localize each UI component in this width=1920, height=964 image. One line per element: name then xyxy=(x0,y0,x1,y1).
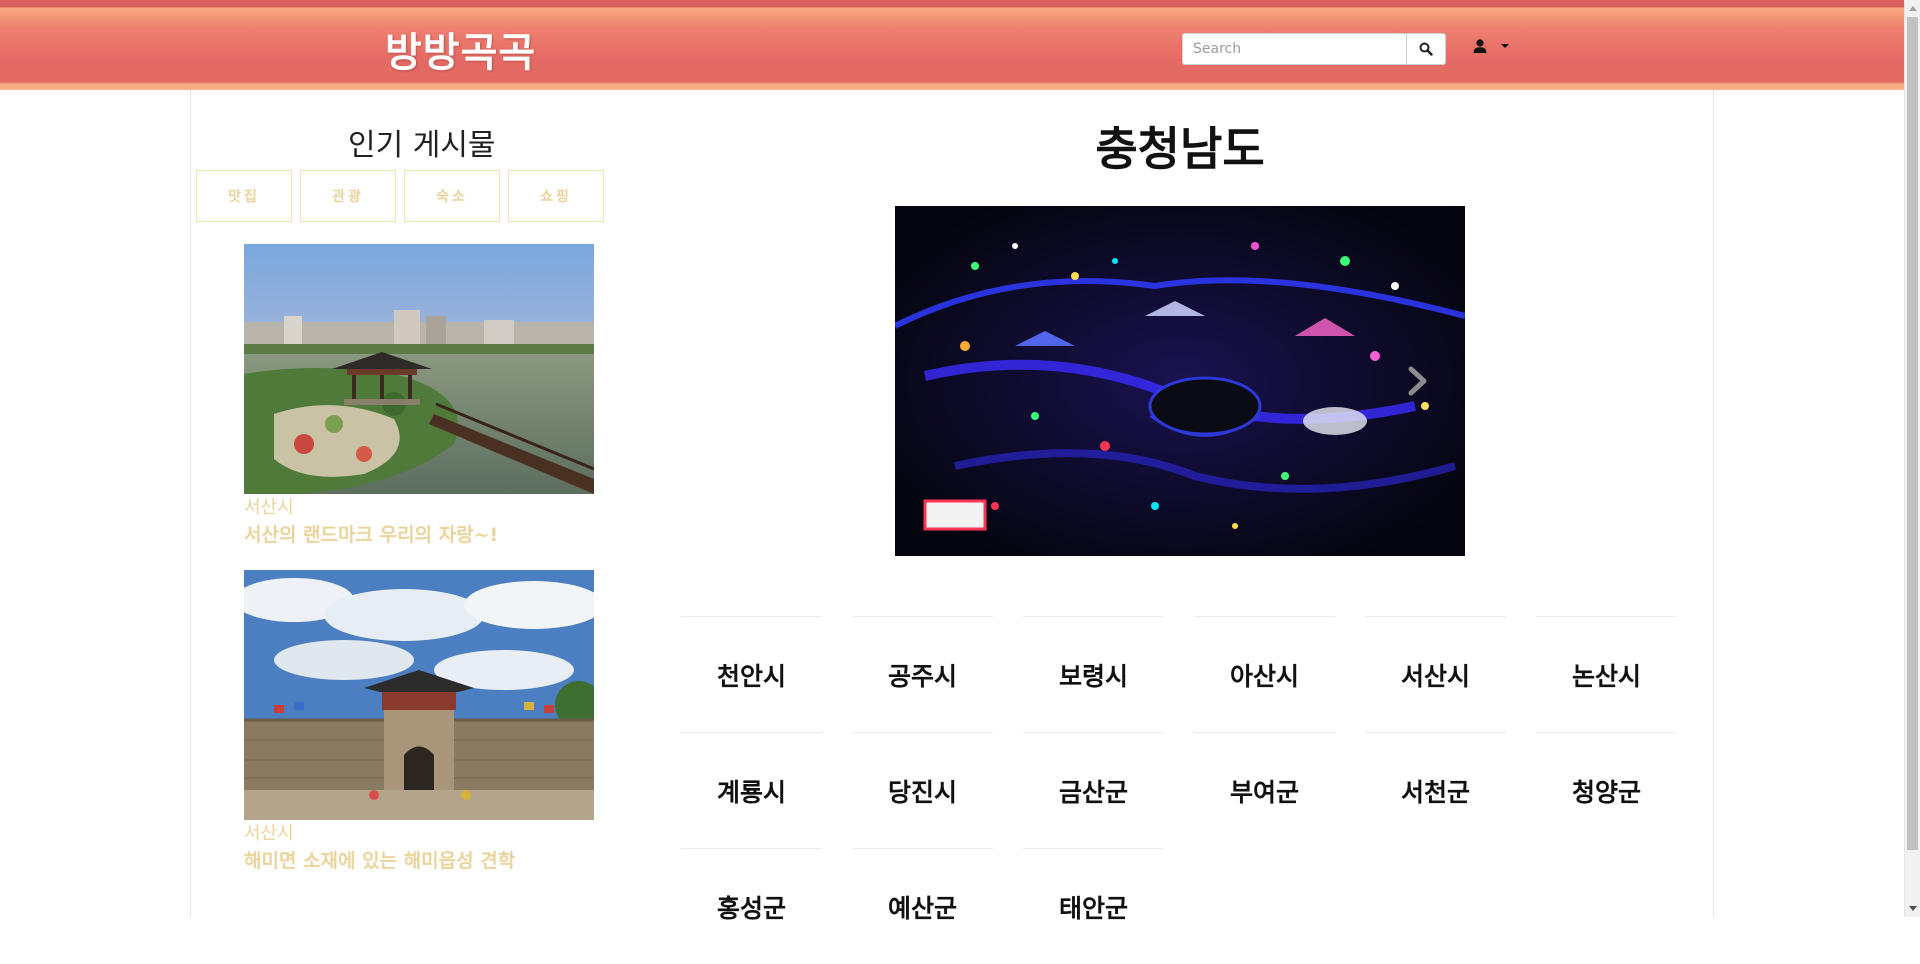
city-link[interactable]: 홍성군 xyxy=(681,848,822,964)
top-navbar: 방방곡곡 xyxy=(0,0,1904,90)
city-link[interactable]: 아산시 xyxy=(1194,616,1335,732)
city-link[interactable]: 당진시 xyxy=(852,732,993,848)
post-thumbnail-fortress-gate[interactable] xyxy=(244,570,594,820)
tab-restaurants[interactable]: 맛집 xyxy=(196,170,292,222)
tab-tourism[interactable]: 관광 xyxy=(300,170,396,222)
city-link[interactable]: 예산군 xyxy=(852,848,993,964)
city-link[interactable]: 천안시 xyxy=(681,616,822,732)
popular-posts-title: 인기 게시물 xyxy=(348,128,496,163)
city-link[interactable]: 태안군 xyxy=(1023,848,1164,964)
post-thumbnail-lake-pavilion[interactable] xyxy=(244,244,594,494)
user-menu-dropdown[interactable] xyxy=(1472,38,1510,54)
city-link[interactable]: 금산군 xyxy=(1023,732,1164,848)
city-link[interactable]: 공주시 xyxy=(852,616,993,732)
caret-down-icon xyxy=(1501,44,1509,48)
vertical-scrollbar[interactable] xyxy=(1904,0,1920,917)
city-link[interactable]: 청양군 xyxy=(1536,732,1677,848)
carousel-next-icon[interactable] xyxy=(1407,366,1429,396)
scroll-up-arrow-icon[interactable] xyxy=(1905,0,1920,17)
city-link[interactable]: 계룡시 xyxy=(681,732,822,848)
category-tabs: 맛집 관광 숙소 쇼핑 xyxy=(196,170,604,222)
province-title: 충청남도 xyxy=(1095,122,1265,176)
image-carousel[interactable] xyxy=(895,206,1465,556)
city-link[interactable]: 보령시 xyxy=(1023,616,1164,732)
city-link[interactable]: 서천군 xyxy=(1365,732,1506,848)
city-link[interactable]: 논산시 xyxy=(1536,616,1677,732)
popular-post-card: 서산시 서산의 랜드마크 우리의 자랑~! xyxy=(244,244,594,550)
tab-shopping[interactable]: 쇼핑 xyxy=(508,170,604,222)
post-region: 서산시 xyxy=(244,823,294,844)
scroll-down-arrow-icon[interactable] xyxy=(1905,900,1920,917)
search-icon xyxy=(1419,42,1433,56)
search-form xyxy=(1182,33,1446,65)
carousel-slide-night-light-festival xyxy=(895,206,1465,556)
post-region: 서산시 xyxy=(244,497,294,518)
site-logo[interactable]: 방방곡곡 xyxy=(385,20,536,78)
user-icon xyxy=(1473,39,1487,53)
search-button[interactable] xyxy=(1406,33,1446,65)
tab-lodging[interactable]: 숙소 xyxy=(404,170,500,222)
scrollbar-thumb[interactable] xyxy=(1907,17,1918,850)
city-link[interactable]: 부여군 xyxy=(1194,732,1335,848)
search-input[interactable] xyxy=(1182,33,1406,65)
popular-post-card: 서산시 해미면 소재에 있는 해미읍성 견학 xyxy=(244,570,594,876)
city-link[interactable]: 서산시 xyxy=(1365,616,1506,732)
post-title-link[interactable]: 서산의 랜드마크 우리의 자랑~! xyxy=(244,520,594,550)
post-title-link[interactable]: 해미면 소재에 있는 해미읍성 견학 xyxy=(244,846,594,876)
